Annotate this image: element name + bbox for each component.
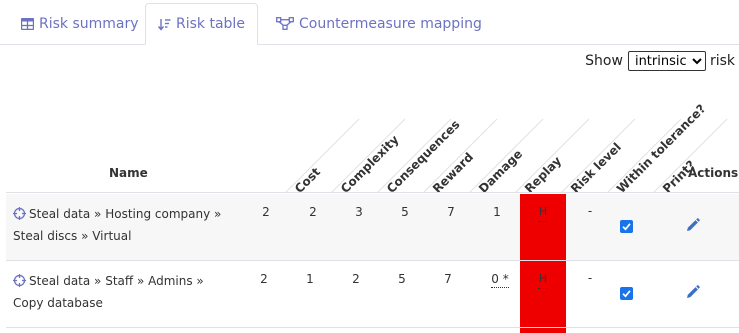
damage-value: 7 bbox=[444, 272, 452, 286]
row-name[interactable]: Steal data » Staff » Admins » Copy datab… bbox=[13, 271, 233, 313]
risk-level-underline bbox=[538, 288, 548, 289]
reward-value: 5 bbox=[398, 272, 406, 286]
risk-level-cell: H bbox=[520, 194, 566, 260]
replay-value-text: 0 * bbox=[491, 272, 509, 288]
table-row: Steal data » Hosting company » Steal dis… bbox=[6, 194, 739, 260]
cost-value: 2 bbox=[262, 205, 270, 219]
replay-value: 0 * bbox=[484, 272, 516, 288]
row-name-text: Steal data » Staff » Admins » Copy datab… bbox=[13, 274, 204, 310]
cost-value: 2 bbox=[260, 272, 268, 286]
column-header-actions: Actions bbox=[688, 166, 739, 180]
complexity-value: 1 bbox=[306, 272, 314, 286]
row-divider bbox=[6, 327, 739, 328]
reward-value: 5 bbox=[401, 205, 409, 219]
consequences-value: 2 bbox=[352, 272, 360, 286]
table-row: Steal data » Staff » Admins » Copy datab… bbox=[6, 261, 739, 327]
crosshair-icon bbox=[13, 206, 26, 226]
consequences-value: 3 bbox=[355, 205, 363, 219]
risk-level-value: H bbox=[538, 205, 548, 218]
risk-level-underline bbox=[538, 221, 548, 222]
crosshair-icon bbox=[13, 273, 26, 293]
risk-level-cell-partial bbox=[520, 328, 566, 333]
damage-value: 7 bbox=[447, 205, 455, 219]
row-name-text: Steal data » Hosting company » Steal dis… bbox=[13, 207, 222, 243]
print-checkbox[interactable] bbox=[620, 287, 633, 300]
risk-level-value: H bbox=[538, 272, 548, 285]
complexity-value: 2 bbox=[309, 205, 317, 219]
edit-icon[interactable] bbox=[685, 218, 700, 237]
row-name[interactable]: Steal data » Hosting company » Steal dis… bbox=[13, 204, 233, 246]
risk-level-cell: H bbox=[520, 261, 566, 327]
print-checkbox[interactable] bbox=[620, 220, 633, 233]
edit-icon[interactable] bbox=[685, 285, 700, 304]
tolerance-value: - bbox=[587, 271, 593, 285]
tolerance-value: - bbox=[587, 204, 593, 218]
header-divider bbox=[6, 192, 739, 193]
column-header-name: Name bbox=[109, 166, 148, 180]
replay-value: 1 bbox=[493, 205, 501, 219]
